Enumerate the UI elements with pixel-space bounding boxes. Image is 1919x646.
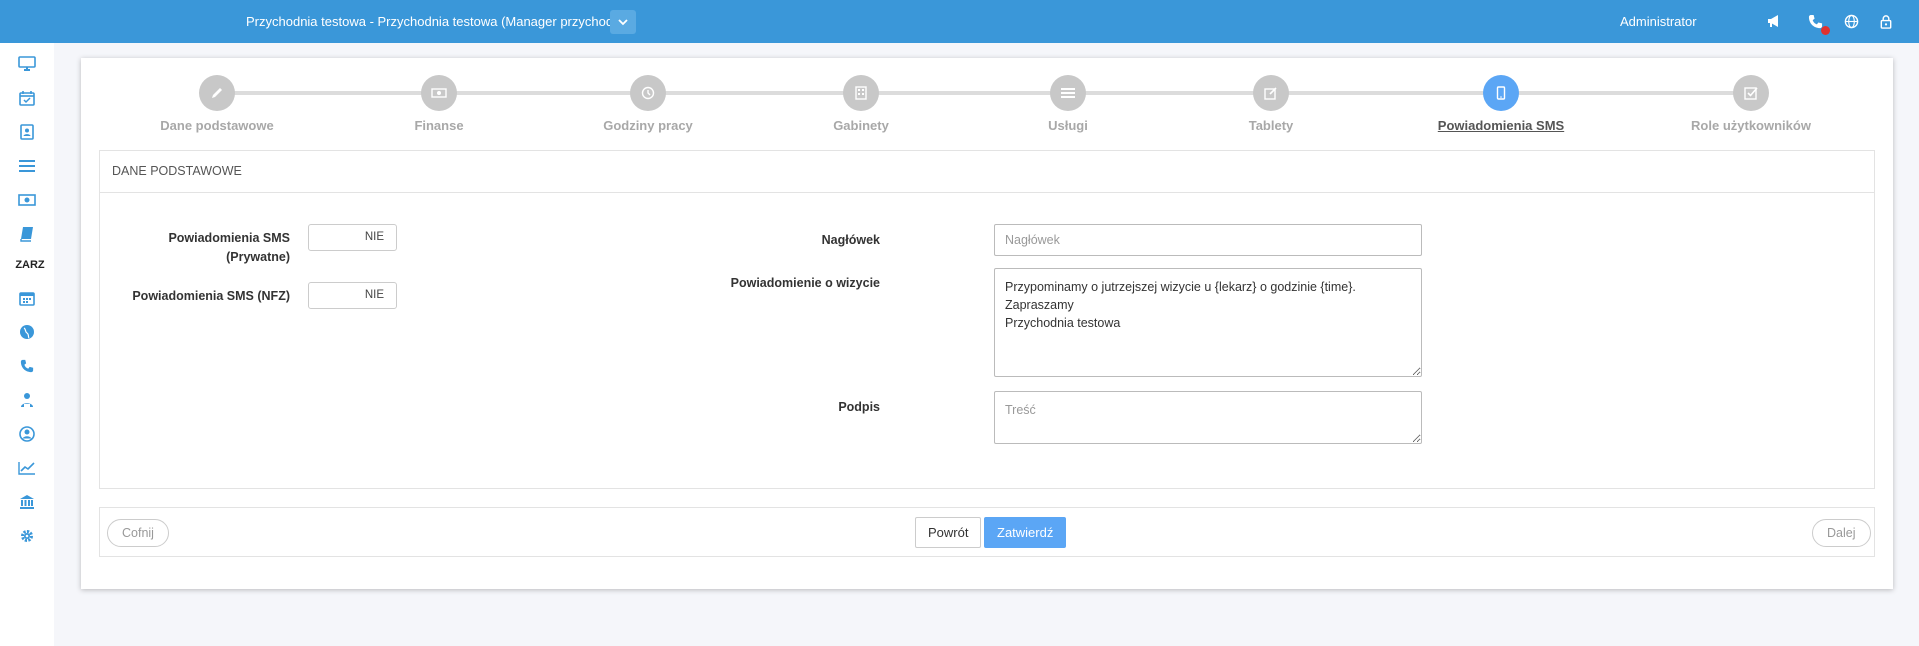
megaphone-icon[interactable] bbox=[1765, 12, 1783, 30]
step-godziny-pracy[interactable]: Godziny pracy bbox=[548, 75, 748, 133]
form-footer: Cofnij Powrót Zatwierdź Dalej bbox=[99, 507, 1875, 557]
calendar-check-icon[interactable] bbox=[14, 87, 40, 109]
next-button[interactable]: Dalej bbox=[1812, 519, 1871, 547]
form-section: DANE PODSTAWOWE Powiadomienia SMS (Prywa… bbox=[99, 150, 1875, 489]
step-uslugi[interactable]: Usługi bbox=[968, 75, 1168, 133]
sms-nfz-toggle[interactable]: NIE bbox=[308, 282, 397, 309]
confirm-button[interactable]: Zatwierdź bbox=[984, 517, 1067, 548]
step-finanse[interactable]: Finanse bbox=[339, 75, 539, 133]
globe-icon[interactable] bbox=[1842, 12, 1860, 30]
visit-notification-textarea[interactable] bbox=[994, 268, 1422, 377]
edit-icon bbox=[1264, 87, 1277, 100]
prev-button[interactable]: Cofnij bbox=[107, 519, 169, 547]
phone-icon[interactable] bbox=[14, 355, 40, 377]
sms-nfz-label: Powiadomienia SMS (NFZ) bbox=[132, 289, 290, 303]
step-label: Role użytkowników bbox=[1691, 118, 1811, 133]
step-dane-podstawowe[interactable]: Dane podstawowe bbox=[117, 75, 317, 133]
chart-line-icon[interactable] bbox=[14, 457, 40, 479]
step-label: Dane podstawowe bbox=[160, 118, 274, 133]
top-bar: Przychodnia testowa - Przychodnia testow… bbox=[0, 0, 1919, 43]
wizard-panel: Dane podstawowe Finanse Godziny pracy Ga… bbox=[81, 58, 1893, 589]
header-input[interactable] bbox=[994, 224, 1422, 256]
globe-icon[interactable] bbox=[14, 321, 40, 343]
step-label: Godziny pracy bbox=[603, 118, 693, 133]
lock-icon[interactable] bbox=[1877, 12, 1895, 30]
user-tie-icon[interactable] bbox=[14, 389, 40, 411]
user-name[interactable]: Administrator bbox=[1620, 0, 1697, 43]
bank-icon[interactable] bbox=[14, 491, 40, 513]
desktop-icon[interactable] bbox=[14, 53, 40, 75]
contact-card-icon[interactable] bbox=[14, 121, 40, 143]
signature-label: Podpis bbox=[838, 400, 880, 414]
list-icon bbox=[1061, 88, 1075, 98]
list-icon[interactable] bbox=[14, 155, 40, 177]
notification-dot bbox=[1821, 26, 1830, 35]
sidebar-section-label: ZARZ bbox=[15, 259, 45, 271]
step-powiadomienia-sms[interactable]: Powiadomienia SMS bbox=[1401, 75, 1601, 133]
visit-notification-label: Powiadomienie o wizycie bbox=[730, 276, 880, 290]
section-title: DANE PODSTAWOWE bbox=[100, 151, 1874, 193]
money-icon bbox=[431, 88, 447, 98]
building-icon bbox=[855, 86, 867, 100]
step-gabinety[interactable]: Gabinety bbox=[761, 75, 961, 133]
step-label: Finanse bbox=[414, 118, 464, 133]
clock-icon bbox=[641, 86, 655, 100]
sms-private-toggle[interactable]: NIE bbox=[308, 224, 397, 251]
step-label: Powiadomienia SMS bbox=[1437, 118, 1565, 133]
mobile-icon bbox=[1496, 86, 1506, 100]
clinic-dropdown-button[interactable] bbox=[610, 10, 636, 34]
money-icon[interactable] bbox=[14, 189, 40, 211]
step-tablety[interactable]: Tablety bbox=[1171, 75, 1371, 133]
user-circle-icon[interactable] bbox=[14, 423, 40, 445]
gear-icon[interactable] bbox=[14, 525, 40, 547]
back-button[interactable]: Powrót bbox=[915, 517, 982, 548]
sms-private-label: Powiadomienia SMS (Prywatne) bbox=[168, 231, 290, 264]
pencil-icon bbox=[212, 88, 222, 98]
sidebar: ZARZ bbox=[0, 43, 54, 646]
checkbox-icon bbox=[1744, 87, 1758, 100]
calendar-icon[interactable] bbox=[14, 287, 40, 309]
step-role-uzytkownikow[interactable]: Role użytkowników bbox=[1651, 75, 1851, 133]
step-label: Gabinety bbox=[833, 118, 889, 133]
book-icon[interactable] bbox=[14, 223, 40, 245]
chevron-down-icon bbox=[618, 19, 628, 26]
logo-area bbox=[0, 0, 232, 43]
clinic-title: Przychodnia testowa - Przychodnia testow… bbox=[246, 14, 628, 29]
header-label: Nagłówek bbox=[821, 233, 880, 247]
step-label: Usługi bbox=[1048, 118, 1088, 133]
signature-textarea[interactable] bbox=[994, 391, 1422, 444]
step-label: Tablety bbox=[1248, 118, 1294, 133]
